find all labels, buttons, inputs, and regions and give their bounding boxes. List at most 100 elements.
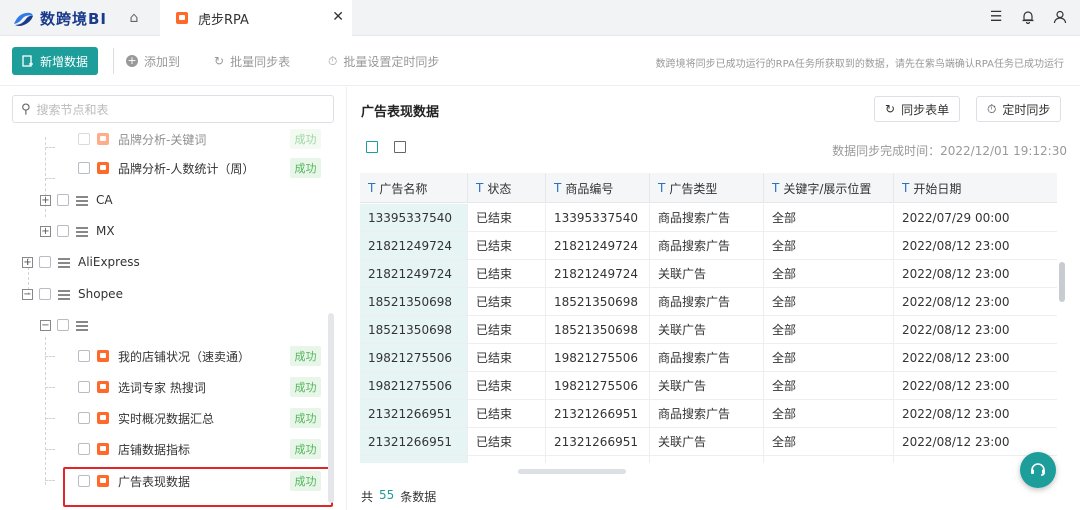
checkbox[interactable] (57, 194, 69, 206)
user-icon[interactable] (1052, 8, 1068, 26)
page-title: 广告表现数据 (361, 105, 440, 120)
expand-icon[interactable]: + (22, 256, 33, 268)
checkbox[interactable] (78, 350, 90, 362)
checkbox[interactable] (57, 225, 69, 237)
table-cell: 全部 (764, 400, 894, 427)
batch-schedule-button[interactable]: ⏱ 批量设置定时同步 (328, 47, 439, 75)
tree-item[interactable]: 品牌分析-关键词 (78, 127, 206, 151)
home-icon[interactable]: ⌂ (126, 10, 142, 26)
tree-item[interactable]: 我的店铺状况（速卖通） (78, 344, 250, 368)
checkbox[interactable] (78, 162, 90, 174)
tree-item[interactable]: 品牌分析-人数统计（周） (78, 156, 254, 180)
checkbox[interactable] (78, 133, 90, 145)
table-cell: 21321266951 (546, 428, 650, 455)
chat-icon (1031, 463, 1045, 476)
data-table: T 广告名称 T 状态 T 商品编号 T 广告类型 T 关键字/展示位置 T 开始日期 13… (360, 173, 1057, 463)
table-cell: 21321266951 (360, 400, 468, 427)
tab-label: 虎步RPA (198, 12, 249, 28)
table-cell: 商品搜索广告 (650, 288, 764, 315)
table-row[interactable]: 21321266951 已结束 21321266951 关联广告 全部 2022/08/1… (360, 428, 1057, 456)
new-data-button[interactable]: 新增数据 (12, 47, 99, 75)
table-cell: 商品搜索广告 (650, 400, 764, 427)
tree-item[interactable]: 选词专家 热搜词 (78, 375, 206, 399)
list-icon[interactable]: ☰ (988, 8, 1004, 26)
table-cell: 商品搜索广告 (650, 456, 764, 463)
tree-node-aliexpress[interactable]: + AliExpress (22, 250, 140, 274)
table-horizontal-scrollbar[interactable] (518, 469, 626, 474)
search-input[interactable]: ⚲ 搜索节点和表 (12, 95, 334, 123)
table-cell: 18521350698 (360, 288, 468, 315)
batch-sync-button[interactable]: ↻ 批量同步表 (214, 47, 290, 75)
tab-rpa[interactable]: 虎步RPA ✕ (160, 0, 352, 36)
checkbox[interactable] (57, 319, 69, 331)
column-header[interactable]: T 广告类型 (650, 173, 764, 203)
chat-support-button[interactable] (1020, 452, 1056, 488)
add-to-label: 添加到 (144, 54, 181, 69)
table-row[interactable]: 19821378448已结束19821378448商品搜索广告全部2022/08… (360, 456, 1057, 463)
tree-node-unnamed[interactable]: − (40, 313, 96, 337)
table-cell: 全部 (764, 316, 894, 343)
table-cell: 2022/08/12 23:00 (902, 406, 1010, 421)
table-footer: 共 55 条数据 (361, 488, 436, 505)
checkbox[interactable] (78, 381, 90, 393)
column-header[interactable]: T 商品编号 (546, 173, 650, 203)
tree-item-label: 我的店铺状况（速卖通） (118, 349, 251, 364)
checkbox[interactable] (39, 288, 51, 300)
column-header-label: 广告类型 (669, 181, 718, 196)
table-row[interactable]: 13395337540 已结束 13395337540 商品搜索广告 全部 2022/07… (360, 204, 1057, 232)
table-cell: 2022/08/12 23:00 (902, 434, 1010, 449)
status-badge: 成功 (290, 439, 321, 459)
checkbox[interactable] (78, 412, 90, 424)
table-row[interactable]: 18521350698 已结束 18521350698 关联广告 全部 2022/08/1… (360, 316, 1057, 344)
table-row[interactable]: 21821249724 已结束 21821249724 关联广告 全部 2022/08/1… (360, 260, 1057, 288)
bell-icon[interactable] (1020, 8, 1036, 26)
column-header[interactable]: T 状态 (468, 173, 546, 203)
table-row[interactable]: 19821275506 已结束 19821275506 商品搜索广告 全部 2022/08… (360, 344, 1057, 372)
column-header[interactable]: T 关键字/展示位置 (764, 173, 894, 203)
table-cell: 21821249724 (360, 232, 468, 259)
grid-view-icon[interactable] (394, 141, 406, 153)
table-cell: 全部 (764, 344, 894, 371)
batch-sync-label: 批量同步表 (230, 54, 291, 69)
sync-table-button[interactable]: ↻ 同步表单 (874, 96, 961, 122)
table-cell: 商品搜索广告 (650, 344, 764, 371)
tree-scrollbar[interactable] (328, 313, 334, 503)
tree-item[interactable]: 店铺数据指标 (78, 437, 190, 461)
expand-icon[interactable]: + (40, 225, 51, 237)
table-row[interactable]: 18521350698 已结束 18521350698 商品搜索广告 全部 2022/08… (360, 288, 1057, 316)
table-cell: 21321266951 (360, 428, 468, 455)
tree-node-shopee[interactable]: − Shopee (22, 282, 123, 306)
table-row[interactable]: 21321266951 已结束 21321266951 商品搜索广告 全部 2022/08… (360, 400, 1057, 428)
logo-icon (14, 12, 33, 26)
search-icon: ⚲ (21, 101, 31, 117)
table-cell: 已结束 (468, 288, 546, 315)
column-header[interactable]: T 开始日期 (894, 173, 1057, 203)
checkbox[interactable] (39, 256, 51, 268)
table-cell: 关联广告 (650, 316, 764, 343)
table-view-icon[interactable] (366, 141, 378, 153)
tree-node-ca[interactable]: + CA (40, 188, 113, 212)
app-logo[interactable]: 数跨境BI (12, 8, 107, 29)
column-header[interactable]: T 广告名称 (360, 173, 468, 203)
table-vertical-scrollbar[interactable] (1059, 262, 1065, 302)
scheduled-sync-button[interactable]: ⏱ 定时同步 (976, 96, 1062, 122)
table-row[interactable]: 21821249724 已结束 21821249724 商品搜索广告 全部 2022/08… (360, 232, 1057, 260)
collapse-icon[interactable]: − (22, 288, 33, 300)
table-cell: 商品搜索广告 (650, 232, 764, 259)
app-name: 数跨境BI (40, 10, 108, 28)
table-cell: 关联广告 (650, 260, 764, 287)
tree-node-mx[interactable]: + MX (40, 219, 115, 243)
table-cell: 18521350698 (546, 316, 650, 343)
column-header-label: 关键字/展示位置 (783, 181, 872, 196)
checkbox[interactable] (78, 443, 90, 455)
close-icon[interactable]: ✕ (332, 9, 344, 25)
collapse-icon[interactable]: − (40, 319, 51, 331)
tree-item-label: 选词专家 热搜词 (118, 380, 206, 395)
main-panel: 广告表现数据 ↻ 同步表单 ⏱ 定时同步 数据同步完成时间：2022/12/01… (348, 87, 1080, 510)
tree-item[interactable]: 实时概况数据汇总 (78, 406, 214, 430)
add-to-button[interactable]: + 添加到 (126, 47, 180, 75)
expand-icon[interactable]: + (40, 194, 51, 206)
table-cell: 2022/08/12 23:00 (902, 350, 1010, 365)
table-row[interactable]: 19821275506 已结束 19821275506 关联广告 全部 2022/08/1… (360, 372, 1057, 400)
tree-item-label: AliExpress (78, 255, 140, 269)
